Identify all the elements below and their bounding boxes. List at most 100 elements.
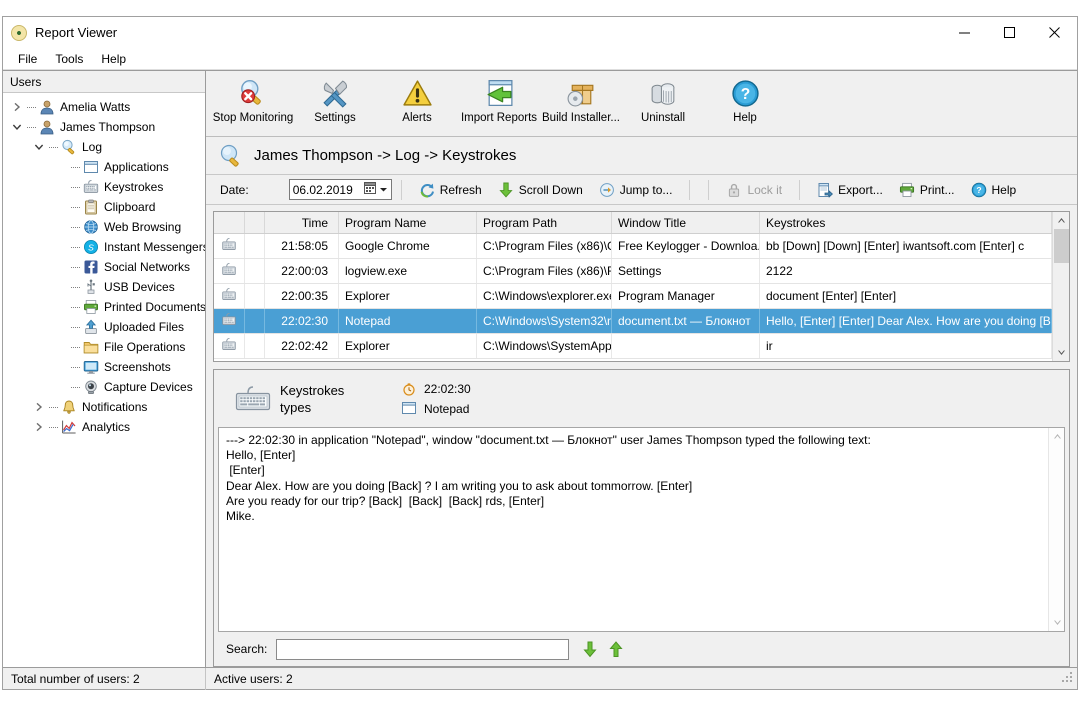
tree-item-screenshots[interactable]: Screenshots	[3, 357, 205, 377]
menu-help[interactable]: Help	[92, 50, 135, 68]
monitor-icon	[82, 359, 99, 375]
detail-scroll-up-arrow[interactable]	[1049, 428, 1066, 445]
calendar-icon[interactable]	[364, 182, 376, 197]
tree-item-log[interactable]: Log	[3, 137, 205, 157]
scroll-thumb[interactable]	[1054, 229, 1069, 263]
column-header-window-title[interactable]: Window Title	[612, 212, 760, 233]
chevron-down-icon[interactable]	[9, 119, 25, 135]
chevron-right-icon[interactable]	[31, 399, 47, 415]
import-reports-icon	[483, 77, 516, 109]
tree-spacer	[53, 359, 69, 375]
toolbar-button-label: Help	[733, 112, 757, 124]
detail-scroll-down-arrow[interactable]	[1049, 614, 1066, 631]
datebar-export-button[interactable]: Export...	[809, 178, 891, 202]
chevron-down-icon[interactable]	[31, 139, 47, 155]
tree-item-web-browsing[interactable]: Web Browsing	[3, 217, 205, 237]
cell-time: 22:02:30	[265, 309, 339, 333]
tree-item-printed-documents[interactable]: Printed Documents	[3, 297, 205, 317]
tree-item-label: USB Devices	[104, 280, 175, 294]
tree-item-social-networks[interactable]: Social Networks	[3, 257, 205, 277]
cell-program-path: C:\Windows\System32\not...	[477, 309, 612, 333]
detail-panel: Keystrokes types 2	[213, 369, 1070, 667]
toolbar-button-label: Build Installer...	[542, 112, 620, 124]
find-prev-icon[interactable]	[609, 641, 623, 658]
chevron-right-icon[interactable]	[9, 99, 25, 115]
report-viewer-icon	[11, 25, 27, 41]
tree-item-instant-messengers[interactable]: SInstant Messengers	[3, 237, 205, 257]
arrow-down-icon	[498, 182, 514, 198]
window-body: Users Amelia WattsJames ThompsonLogAppli…	[3, 70, 1077, 667]
status-bar: Total number of users: 2 Active users: 2	[3, 667, 1077, 689]
find-next-icon[interactable]	[583, 641, 597, 658]
menu-file[interactable]: File	[9, 50, 46, 68]
datebar-jump-to-button[interactable]: Jump to...	[591, 178, 681, 202]
tree-connector	[25, 119, 38, 135]
table-vertical-scrollbar[interactable]	[1052, 212, 1069, 361]
help-icon: ?	[731, 77, 760, 109]
toolbar-import-reports-button[interactable]: Import Reports	[458, 71, 540, 133]
build-installer-icon	[565, 77, 598, 109]
tree-item-label: Applications	[104, 160, 169, 174]
search-input[interactable]	[276, 639, 569, 660]
datebar-help-button[interactable]: ?Help	[963, 178, 1025, 202]
chevron-right-icon[interactable]	[31, 419, 47, 435]
date-input[interactable]: 06.02.2019	[289, 179, 392, 200]
detail-vertical-scrollbar[interactable]	[1048, 428, 1064, 631]
maximize-button[interactable]	[987, 17, 1032, 48]
tree-item-usb-devices[interactable]: USB Devices	[3, 277, 205, 297]
tree-spacer	[53, 379, 69, 395]
table-row[interactable]: 22:02:42ExplorerC:\Windows\SystemApps\..…	[214, 334, 1052, 359]
toolbar-stop-monitoring-button[interactable]: Stop Monitoring	[212, 71, 294, 133]
tree-item-applications[interactable]: Applications	[3, 157, 205, 177]
column-header-blank-1[interactable]	[245, 212, 265, 233]
datebar-lock-it-button: Lock it	[718, 178, 790, 202]
tree-item-amelia-watts[interactable]: Amelia Watts	[3, 97, 205, 117]
keyboard-icon	[221, 262, 237, 280]
menu-tools[interactable]: Tools	[46, 50, 92, 68]
scroll-up-arrow[interactable]	[1053, 212, 1070, 229]
scroll-down-arrow[interactable]	[1053, 344, 1070, 361]
tree-item-notifications[interactable]: Notifications	[3, 397, 205, 417]
user-icon	[38, 119, 55, 135]
detail-text-box[interactable]: ---> 22:02:30 in application "Notepad", …	[218, 427, 1065, 632]
tree-item-clipboard[interactable]: Clipboard	[3, 197, 205, 217]
toolbar-settings-button[interactable]: Settings	[294, 71, 376, 133]
tree-item-keystrokes[interactable]: Keystrokes	[3, 177, 205, 197]
column-header-program-name[interactable]: Program Name	[339, 212, 477, 233]
toolbar-alerts-button[interactable]: Alerts	[376, 71, 458, 133]
column-header-keystrokes[interactable]: Keystrokes	[760, 212, 1052, 233]
table-row[interactable]: 22:00:35ExplorerC:\Windows\explorer.exeP…	[214, 284, 1052, 309]
table-body[interactable]: 21:58:05Google ChromeC:\Program Files (x…	[214, 234, 1052, 361]
toolbar-uninstall-button[interactable]: Uninstall	[622, 71, 704, 133]
cell-time: 22:00:03	[265, 259, 339, 283]
column-header-program-path[interactable]: Program Path	[477, 212, 612, 233]
users-tree[interactable]: Amelia WattsJames ThompsonLog Application…	[3, 93, 205, 667]
cell-program-name: Explorer	[339, 334, 477, 358]
tree-item-uploaded-files[interactable]: Uploaded Files	[3, 317, 205, 337]
table-row[interactable]: 21:58:05Google ChromeC:\Program Files (x…	[214, 234, 1052, 259]
tree-connector	[69, 199, 82, 215]
table-row[interactable]: 22:02:30NotepadC:\Windows\System32\not..…	[214, 309, 1052, 334]
table-header-row: TimeProgram NameProgram PathWindow Title…	[214, 212, 1052, 234]
column-header-blank-0[interactable]	[214, 212, 245, 233]
toolbar-separator-3	[799, 180, 800, 200]
tree-item-label: Clipboard	[104, 200, 155, 214]
minimize-button[interactable]	[942, 17, 987, 48]
datebar-refresh-button[interactable]: Refresh	[411, 178, 490, 202]
datebar-print-button[interactable]: Print...	[891, 178, 963, 202]
chevron-down-icon[interactable]	[379, 183, 388, 197]
tree-item-file-operations[interactable]: File Operations	[3, 337, 205, 357]
jump-to-icon	[599, 182, 615, 198]
tree-item-analytics[interactable]: Analytics	[3, 417, 205, 437]
toolbar-build-installer-button[interactable]: Build Installer...	[540, 71, 622, 133]
datebar-scroll-down-button[interactable]: Scroll Down	[490, 178, 591, 202]
resize-grip[interactable]	[1060, 670, 1074, 687]
table-row[interactable]: 22:00:03logview.exeC:\Program Files (x86…	[214, 259, 1052, 284]
column-header-time[interactable]: Time	[265, 212, 339, 233]
tree-item-capture-devices[interactable]: Capture Devices	[3, 377, 205, 397]
svg-text:?: ?	[976, 185, 981, 195]
toolbar-help-button[interactable]: ? Help	[704, 71, 786, 133]
tree-item-james-thompson[interactable]: James Thompson	[3, 117, 205, 137]
tree-item-label: Keystrokes	[104, 180, 163, 194]
close-button[interactable]	[1032, 17, 1077, 48]
